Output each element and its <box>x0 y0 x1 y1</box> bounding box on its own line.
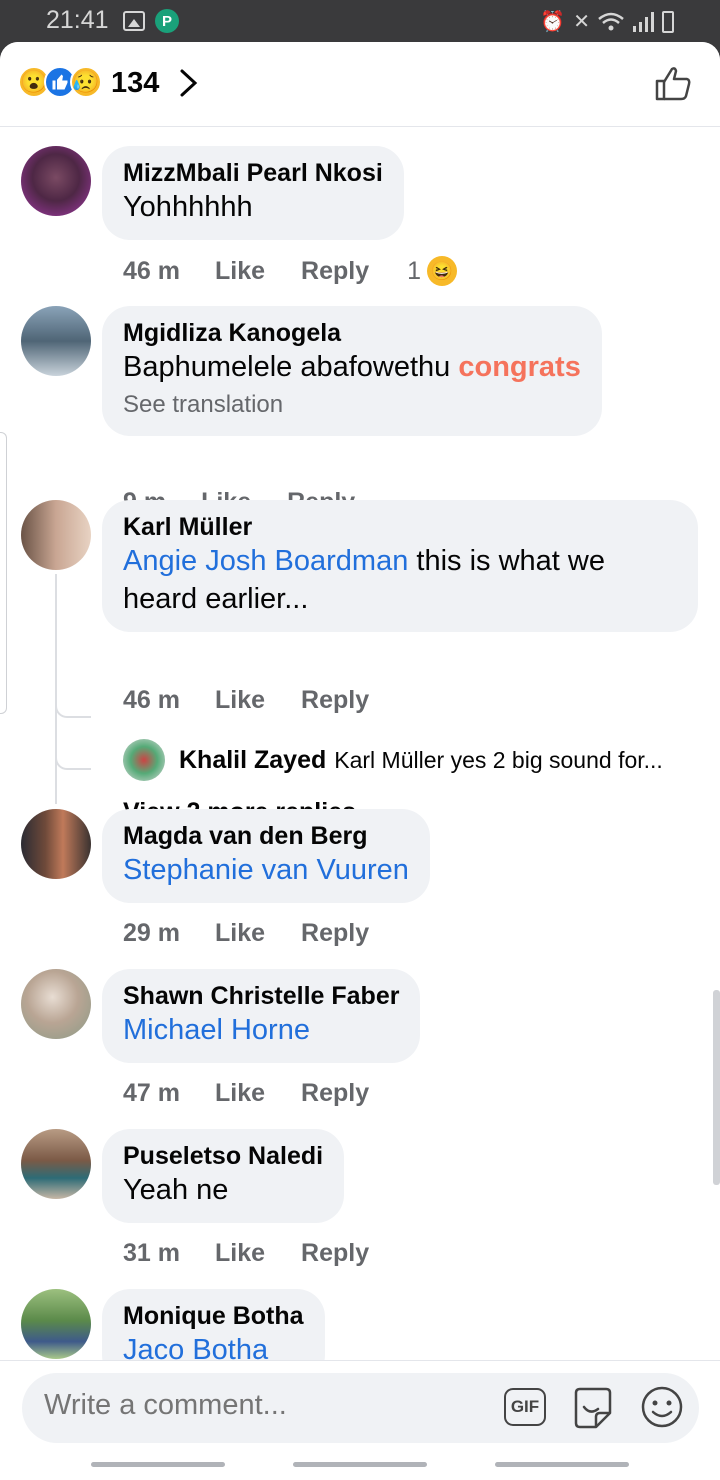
scrollbar[interactable] <box>713 990 720 1185</box>
comment-input[interactable] <box>44 1389 484 1422</box>
comment-text-main: Baphumelele abafowethu <box>123 351 459 383</box>
reply-button[interactable]: Reply <box>301 1079 369 1108</box>
reply-button[interactable]: Reply <box>301 1239 369 1268</box>
mention-link[interactable]: Stephanie van Vuuren <box>123 851 409 889</box>
comment-time: 46 m <box>123 686 180 714</box>
like-button[interactable]: Like <box>215 919 265 948</box>
comment-time: 31 m <box>123 1239 180 1267</box>
comment-time: 29 m <box>123 919 180 947</box>
reaction-count[interactable]: 134 <box>111 67 159 100</box>
comment-text-part: this is what we <box>408 545 605 577</box>
avatar[interactable] <box>21 1289 91 1359</box>
comment-text: Yohhhhhh <box>123 191 253 223</box>
comment-actions: 46 m Like Reply <box>123 686 369 715</box>
reply-author[interactable]: Khalil Zayed <box>179 746 326 775</box>
comment-author[interactable]: Puseletso Naledi <box>123 1141 323 1171</box>
comment-text: Baphumelele abafowethu congrats <box>123 348 581 386</box>
highlighted-word[interactable]: congrats <box>458 351 580 383</box>
comment-author[interactable]: Magda van den Berg <box>123 821 409 851</box>
avatar[interactable] <box>21 809 91 879</box>
like-button[interactable]: Like <box>215 257 265 286</box>
comment-actions: 47 m Like Reply <box>123 1079 369 1108</box>
comment-author[interactable]: MizzMbali Pearl Nkosi <box>123 158 383 188</box>
avatar[interactable] <box>21 500 91 570</box>
comment-actions: 31 m Like Reply <box>123 1239 369 1268</box>
comment-author[interactable]: Karl Müller <box>123 512 677 542</box>
sad-reaction-icon: 😥 <box>70 66 102 98</box>
signal-icon <box>633 11 654 32</box>
side-tab <box>0 432 7 714</box>
wifi-icon <box>598 12 624 30</box>
reply-text: Karl Müller yes 2 big sound for... <box>334 746 663 773</box>
thread-connector <box>55 754 91 770</box>
nested-reply[interactable]: Khalil Zayed Karl Müller yes 2 big sound… <box>123 739 663 781</box>
like-button[interactable]: Like <box>215 686 265 715</box>
comment-bubble[interactable]: Shawn Christelle Faber Michael Horne <box>102 969 421 1063</box>
haha-reaction-icon[interactable]: 😆 <box>427 256 458 286</box>
mention-link[interactable]: Angie Josh Boardman <box>123 545 408 577</box>
comment-bubble[interactable]: Magda van den Berg Stephanie van Vuuren <box>102 809 430 903</box>
comment-text: Yeah ne <box>123 1174 229 1206</box>
comment-bubble[interactable]: MizzMbali Pearl Nkosi Yohhhhhh <box>102 146 404 240</box>
avatar[interactable] <box>123 739 165 781</box>
avatar[interactable] <box>21 306 91 376</box>
reply-button[interactable]: Reply <box>301 919 369 948</box>
comment-author[interactable]: Monique Botha <box>123 1301 304 1331</box>
avatar[interactable] <box>21 1129 91 1199</box>
comment-text: heard earlier... <box>123 583 309 615</box>
status-right-icons: ⏰ ✕ <box>540 9 674 34</box>
gif-button[interactable]: GIF <box>504 1388 546 1426</box>
reply-button[interactable]: Reply <box>301 257 369 286</box>
comment-actions: 46 m Like Reply 1 😆 <box>123 256 458 286</box>
mute-icon: ✕ <box>573 11 590 33</box>
reactions-header[interactable]: 😮 😥 134 <box>0 42 720 127</box>
comment-time: 46 m <box>123 256 180 285</box>
emoji-icon[interactable] <box>640 1385 684 1429</box>
nav-home-indicator[interactable] <box>293 1462 427 1467</box>
comment-bubble[interactable]: Mgidliza Kanogela Baphumelele abafowethu… <box>102 306 602 436</box>
comment-bubble[interactable]: Karl Müller Angie Josh Boardman this is … <box>102 500 698 632</box>
comment-text: Angie Josh Boardman this is what we <box>123 542 677 580</box>
like-button[interactable]: Like <box>215 1239 265 1268</box>
app-notification-icon: P <box>155 9 179 33</box>
status-bar: 21:41 P ⏰ ✕ <box>0 0 720 44</box>
see-translation-link[interactable]: See translation <box>123 388 581 422</box>
reply-button[interactable]: Reply <box>301 686 369 715</box>
status-left-icons: P <box>123 9 179 33</box>
gallery-icon <box>123 11 145 31</box>
chevron-right-icon[interactable] <box>178 68 200 98</box>
avatar[interactable] <box>21 146 91 216</box>
status-time: 21:41 <box>46 6 109 34</box>
sticker-icon[interactable] <box>570 1385 616 1431</box>
comment-time: 47 m <box>123 1079 180 1107</box>
comments-sheet: 😮 😥 134 MizzMbali Pearl Nkosi Yohhhhhh 4… <box>0 42 720 1480</box>
comment-author[interactable]: Shawn Christelle Faber <box>123 981 399 1011</box>
system-nav-bar <box>0 1454 720 1480</box>
avatar[interactable] <box>21 969 91 1039</box>
comment-bubble[interactable]: Puseletso Naledi Yeah ne <box>102 1129 345 1223</box>
thread-connector <box>55 702 91 718</box>
comment-actions: 29 m Like Reply <box>123 919 369 948</box>
nav-recents-indicator[interactable] <box>495 1462 629 1467</box>
battery-icon <box>662 10 674 33</box>
comment-composer[interactable]: GIF <box>22 1373 699 1443</box>
like-button[interactable]: Like <box>215 1079 265 1108</box>
comment-author[interactable]: Mgidliza Kanogela <box>123 318 581 348</box>
mention-link[interactable]: Michael Horne <box>123 1011 399 1049</box>
reaction-icons: 😮 😥 <box>18 66 102 98</box>
comment-reaction-count[interactable]: 1 <box>407 257 421 286</box>
nav-back-indicator[interactable] <box>91 1462 225 1467</box>
like-outline-icon[interactable] <box>654 64 692 102</box>
alarm-icon: ⏰ <box>540 11 566 33</box>
thread-line <box>55 574 57 804</box>
